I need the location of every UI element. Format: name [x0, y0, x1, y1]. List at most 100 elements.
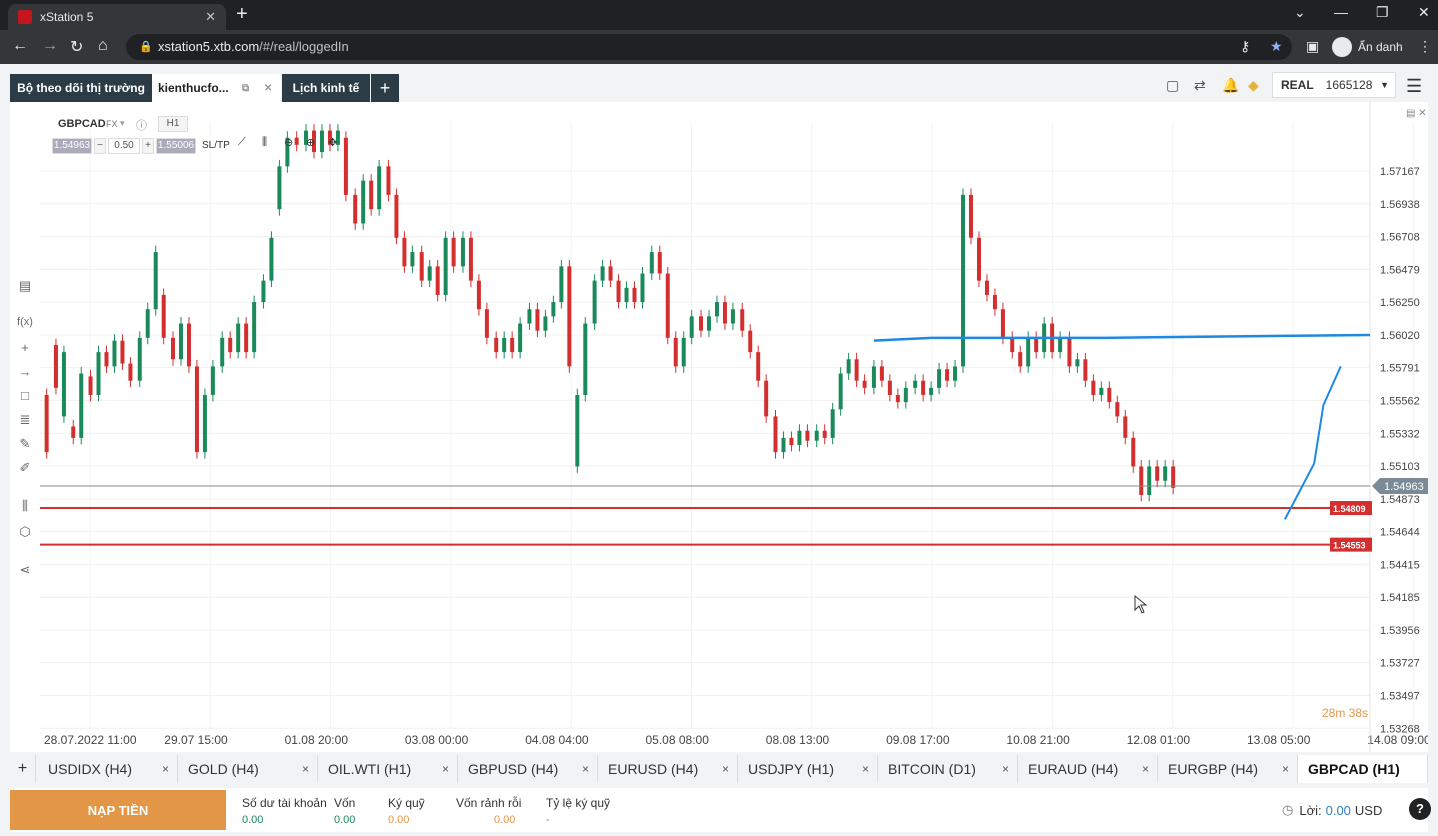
drawing-toolbar: ▤ f(x) + → □ ≣ ✎ ✐ ⫼ ⬡ ⋖ — [10, 102, 40, 752]
volume-input[interactable]: 0.50 — [108, 138, 140, 154]
close-chart-tab-icon[interactable]: × — [302, 762, 309, 776]
detach-icon[interactable]: ⧉ — [242, 83, 249, 94]
function-icon[interactable]: f(x) — [16, 316, 34, 328]
close-chart-tab-icon[interactable]: × — [1282, 762, 1289, 776]
volume-decrease-button[interactable]: − — [94, 138, 106, 154]
y-tick-label: 1.56708 — [1380, 232, 1420, 244]
tab-search-icon[interactable]: ⌄ — [1294, 4, 1306, 21]
chart-panel[interactable]: 1.57167 1.56938 1.56708 1.56479 1.56250 1.560… — [10, 102, 1428, 752]
help-button[interactable]: ? — [1409, 798, 1431, 820]
new-tab-button[interactable]: + — [236, 4, 248, 24]
sltp-button[interactable]: SL/TP — [202, 140, 230, 151]
chart-tab-label: USDJPY (H1) — [748, 761, 835, 777]
bookmark-star-icon[interactable]: ★ — [1270, 38, 1283, 55]
address-bar: ← → ↻ ⌂ 🔒 xstation5.xtb.com/#/real/logge… — [0, 30, 1438, 64]
zoom-in-icon[interactable]: ⊕ — [306, 136, 315, 149]
line-icon[interactable]: → — [16, 364, 34, 379]
deposit-button[interactable]: NẠP TIỀN — [10, 790, 226, 830]
zoom-out-icon[interactable]: ⊖ — [284, 136, 293, 149]
fibonacci-icon[interactable]: ≣ — [16, 412, 34, 428]
candle — [79, 373, 84, 438]
free-margin-label: Vốn rảnh rỗi — [456, 796, 522, 810]
panel-icon[interactable]: ▤ — [16, 278, 34, 294]
chart-window-icons[interactable]: ▤ ✕ — [1406, 108, 1427, 119]
sell-price-button[interactable]: 1.54963 — [52, 138, 92, 154]
chart-tab[interactable]: GBPCAD (H1) — [1298, 755, 1428, 783]
resistance-trendline[interactable] — [873, 333, 1371, 342]
candle — [969, 194, 973, 238]
candle — [616, 280, 621, 303]
chart-tab[interactable]: GBPUSD (H4) × — [458, 755, 598, 783]
info-icon[interactable]: ⓘ — [136, 117, 147, 133]
candle — [953, 366, 958, 381]
add-chart-button[interactable]: + — [10, 755, 36, 783]
account-selector[interactable]: REAL 1665128 ▼ — [1272, 72, 1396, 98]
tab-economic-calendar[interactable]: Lịch kinh tế — [282, 74, 370, 102]
rectangle-icon[interactable]: □ — [16, 388, 34, 403]
maximize-button[interactable]: ❐ — [1376, 4, 1389, 21]
close-chart-tab-icon[interactable]: × — [442, 762, 449, 776]
side-panel-icon[interactable]: ▣ — [1306, 38, 1319, 55]
candle — [789, 437, 794, 446]
y-tick-label: 1.57167 — [1380, 166, 1420, 178]
close-window-button[interactable]: ✕ — [1418, 4, 1430, 21]
candle — [202, 394, 207, 453]
chart-tab[interactable]: USDJPY (H1) × — [738, 755, 878, 783]
layers-icon[interactable]: ⬡ — [16, 524, 34, 540]
chart-tab[interactable]: BITCOIN (D1) × — [878, 755, 1018, 783]
chart-tab[interactable]: EURUSD (H4) × — [598, 755, 738, 783]
x-tick-label: 01.08 20:00 — [285, 733, 349, 747]
candle — [681, 337, 686, 367]
close-chart-tab-icon[interactable]: × — [1142, 762, 1149, 776]
chevron-down-icon[interactable]: ▾ — [120, 118, 125, 129]
bell-icon[interactable]: 🔔 — [1222, 77, 1239, 94]
chart-tab[interactable]: GOLD (H4) × — [178, 755, 318, 783]
add-tab-button[interactable]: + — [371, 74, 399, 102]
close-chart-tab-icon[interactable]: × — [582, 762, 589, 776]
window-layout-icon[interactable]: ▢ — [1166, 77, 1179, 94]
chart-tab[interactable]: OIL.WTI (H1) × — [318, 755, 458, 783]
chart-tab[interactable]: USDIDX (H4) × — [38, 755, 178, 783]
x-tick-label: 04.08 04:00 — [525, 733, 589, 747]
hamburger-menu-icon[interactable]: ☰ — [1406, 76, 1422, 97]
pen-icon[interactable]: ✐ — [16, 460, 34, 476]
candle — [1099, 387, 1104, 395]
crosshair-icon[interactable]: + — [16, 340, 34, 355]
brush-icon[interactable]: ✎ — [16, 436, 34, 452]
incognito-profile[interactable]: Ẩn danh — [1332, 35, 1403, 59]
close-chart-tab-icon[interactable]: × — [722, 762, 729, 776]
close-chart-tab-icon[interactable]: × — [162, 762, 169, 776]
chart-tab[interactable]: EURGBP (H4) × — [1158, 755, 1298, 783]
close-chart-tab-icon[interactable]: × — [862, 762, 869, 776]
home-icon[interactable]: ⌂ — [98, 37, 108, 55]
diamond-icon[interactable]: ◆ — [1248, 77, 1259, 94]
tab-workspace[interactable]: kienthucfo... ⧉ ✕ — [152, 74, 281, 102]
key-icon[interactable]: ⚷ — [1240, 38, 1250, 55]
candle — [567, 266, 572, 367]
candle — [992, 294, 997, 310]
close-workspace-icon[interactable]: ✕ — [264, 83, 272, 94]
tab-market-watch[interactable]: Bộ theo dõi thị trường — [10, 74, 152, 102]
browser-menu-icon[interactable]: ⋮ — [1418, 38, 1432, 55]
url-field[interactable]: 🔒 xstation5.xtb.com/#/real/loggedIn — [126, 34, 1292, 60]
move-icon[interactable]: ✥ — [328, 136, 337, 149]
bars-icon[interactable]: ⫼ — [16, 498, 34, 514]
candle — [1083, 359, 1088, 381]
chart-tab[interactable]: EURAUD (H4) × — [1018, 755, 1158, 783]
close-tab-icon[interactable]: ✕ — [205, 9, 216, 25]
share-icon[interactable]: ⋖ — [16, 562, 34, 578]
indicators-icon[interactable]: ⫼ — [262, 136, 267, 149]
transfer-icon[interactable]: ⇄ — [1194, 77, 1206, 94]
buy-price-button[interactable]: 1.55006 — [156, 138, 196, 154]
chart-type-icon[interactable]: ⟋ — [238, 136, 246, 149]
close-chart-tab-icon[interactable]: × — [1002, 762, 1009, 776]
price-chart[interactable]: 1.57167 1.56938 1.56708 1.56479 1.56250 1.560… — [10, 102, 1428, 752]
reload-icon[interactable]: ↻ — [70, 37, 83, 57]
browser-tab[interactable]: xStation 5 ✕ — [8, 4, 226, 30]
forward-icon[interactable]: → — [42, 37, 58, 55]
candle — [805, 430, 810, 441]
back-icon[interactable]: ← — [12, 37, 28, 55]
volume-increase-button[interactable]: + — [142, 138, 154, 154]
timeframe-select[interactable]: H1 — [158, 116, 188, 132]
minimize-button[interactable]: — — [1334, 4, 1348, 20]
